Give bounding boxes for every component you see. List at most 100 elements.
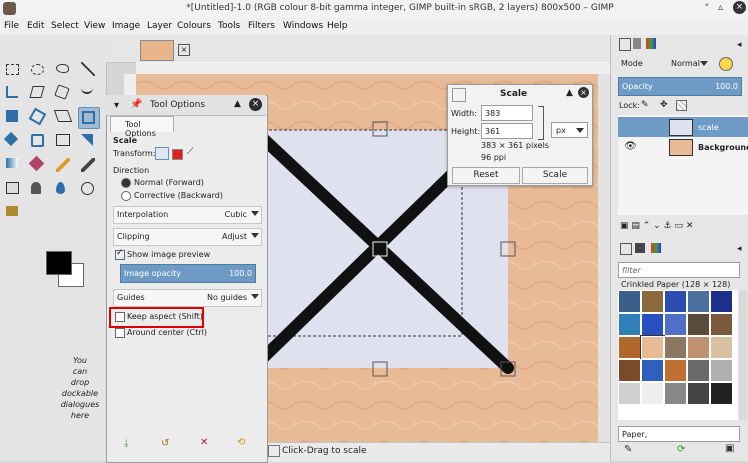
- scale-tool[interactable]: [78, 107, 100, 129]
- paths-tool[interactable]: [78, 83, 98, 103]
- collapse-icon[interactable]: ▲: [234, 99, 241, 109]
- menu-filters[interactable]: Filters: [248, 21, 275, 31]
- tab-tool-options[interactable]: Tool Options: [110, 116, 174, 138]
- restore-options-icon[interactable]: ↺: [161, 438, 169, 449]
- flip-tool[interactable]: [53, 131, 73, 151]
- pattern-swatch[interactable]: [664, 313, 687, 336]
- eye-icon[interactable]: 👁: [624, 141, 637, 152]
- image-tab-thumbnail[interactable]: [140, 40, 174, 61]
- bucket-fill-tool[interactable]: [28, 155, 48, 175]
- paths-tab-icon[interactable]: [646, 38, 656, 49]
- menu-file[interactable]: File: [4, 21, 19, 31]
- gradients-tab-icon[interactable]: [651, 243, 661, 253]
- crop-tool[interactable]: [3, 83, 23, 103]
- transform-selection-icon[interactable]: [172, 149, 183, 160]
- mode-value[interactable]: Normal: [671, 59, 700, 68]
- pattern-swatch[interactable]: [664, 359, 687, 382]
- menu-select[interactable]: Select: [51, 21, 79, 31]
- height-input[interactable]: 361: [481, 123, 533, 139]
- pattern-grid[interactable]: [618, 290, 738, 420]
- menu-help[interactable]: Help: [327, 21, 348, 31]
- perspective-tool[interactable]: [53, 107, 73, 127]
- lasso-tool[interactable]: [53, 59, 73, 79]
- rotate-tool[interactable]: [28, 107, 48, 127]
- pattern-swatch[interactable]: [710, 313, 733, 336]
- pattern-swatch[interactable]: [641, 359, 664, 382]
- minimize-icon[interactable]: ˅: [704, 2, 710, 15]
- pattern-swatch[interactable]: [641, 313, 664, 336]
- menu-tools[interactable]: Tools: [218, 21, 240, 31]
- airbrush-tool[interactable]: [3, 179, 23, 199]
- transform-tool[interactable]: [3, 107, 23, 127]
- close-window-icon[interactable]: ×: [733, 1, 746, 14]
- pattern-swatch[interactable]: [618, 313, 641, 336]
- pattern-swatch[interactable]: [687, 290, 710, 313]
- clone-tool[interactable]: [28, 179, 48, 199]
- pattern-swatch[interactable]: [664, 382, 687, 405]
- pattern-swatch[interactable]: [618, 359, 641, 382]
- unit-select[interactable]: px: [551, 122, 588, 138]
- pattern-swatch[interactable]: [641, 382, 664, 405]
- smudge-tool[interactable]: [3, 203, 23, 223]
- pattern-refresh-icon[interactable]: ⟳: [677, 444, 685, 455]
- unified-transform-tool[interactable]: [28, 83, 48, 103]
- pattern-swatch[interactable]: [687, 359, 710, 382]
- layer-row-scale[interactable]: scale: [618, 117, 748, 137]
- layers-tab-icon[interactable]: [619, 38, 631, 51]
- image-opacity-slider[interactable]: Image opacity 100.0: [120, 264, 256, 283]
- blur-tool[interactable]: [53, 179, 73, 199]
- menu-windows[interactable]: Windows: [283, 21, 323, 31]
- menu-colours[interactable]: Colours: [177, 21, 211, 31]
- pattern-swatch[interactable]: [641, 290, 664, 313]
- handle-transform-tool[interactable]: [28, 131, 48, 151]
- lock-pixels-icon[interactable]: ✎: [641, 100, 649, 110]
- pattern-swatch[interactable]: [664, 290, 687, 313]
- show-preview-checkbox[interactable]: ✓: [115, 248, 125, 260]
- interpolation-select[interactable]: Interpolation Cubic: [113, 206, 262, 224]
- pattern-swatch[interactable]: [687, 382, 710, 405]
- pattern-scrollbar[interactable]: [739, 290, 747, 420]
- warp-tool[interactable]: [53, 83, 73, 103]
- layer-opacity-slider[interactable]: Opacity 100.0: [618, 77, 742, 96]
- pattern-swatch-selected[interactable]: [640, 335, 665, 360]
- patterns-tab-icon[interactable]: [635, 243, 645, 253]
- keep-aspect-checkbox[interactable]: [115, 312, 125, 322]
- menu-view[interactable]: View: [84, 21, 105, 31]
- vertical-scrollbar[interactable]: [598, 74, 610, 442]
- text-tool[interactable]: [78, 131, 98, 151]
- layer-row-background[interactable]: 👁 Background: [618, 137, 748, 157]
- pin-icon[interactable]: 📌: [130, 99, 142, 110]
- transform-layer-icon[interactable]: [155, 147, 169, 160]
- chain-link-icon[interactable]: [538, 106, 544, 140]
- ellipse-select-tool[interactable]: [28, 59, 48, 79]
- dock-menu-icon[interactable]: ◂: [737, 244, 742, 254]
- pencil-tool[interactable]: [53, 155, 73, 175]
- foreground-color-swatch[interactable]: [46, 251, 72, 275]
- menu-layer[interactable]: Layer: [147, 21, 172, 31]
- pattern-name-field[interactable]: Paper,: [618, 426, 740, 442]
- pattern-swatch[interactable]: [710, 382, 733, 405]
- cage-transform-tool[interactable]: [3, 131, 23, 151]
- pattern-swatch[interactable]: [664, 336, 687, 359]
- brushes-tab-icon[interactable]: [620, 243, 632, 255]
- guides-select[interactable]: Guides No guides: [113, 289, 262, 307]
- reset-options-icon[interactable]: ⟲: [237, 437, 245, 448]
- tool-options-close-icon[interactable]: ×: [249, 98, 262, 111]
- pattern-swatch[interactable]: [618, 382, 641, 405]
- dock-menu-icon[interactable]: ◂: [737, 40, 742, 50]
- transform-path-icon[interactable]: ⟋: [187, 147, 193, 157]
- reset-button[interactable]: Reset: [452, 167, 520, 184]
- pattern-filter-input[interactable]: filter: [618, 262, 740, 278]
- scale-button[interactable]: Scale: [522, 167, 588, 184]
- width-input[interactable]: 383: [481, 105, 533, 121]
- menu-edit[interactable]: Edit: [27, 21, 44, 31]
- pattern-swatch[interactable]: [710, 336, 733, 359]
- gradient-tool[interactable]: [3, 155, 23, 175]
- dock-grip-icon[interactable]: ▾: [114, 100, 119, 111]
- paintbrush-tool[interactable]: [78, 155, 98, 175]
- pattern-swatch[interactable]: [618, 336, 641, 359]
- radio-corrective-backward[interactable]: [121, 191, 131, 201]
- save-options-icon[interactable]: ⤓: [124, 438, 128, 449]
- clipping-select[interactable]: Clipping Adjust: [113, 228, 262, 246]
- pattern-swatch[interactable]: [710, 359, 733, 382]
